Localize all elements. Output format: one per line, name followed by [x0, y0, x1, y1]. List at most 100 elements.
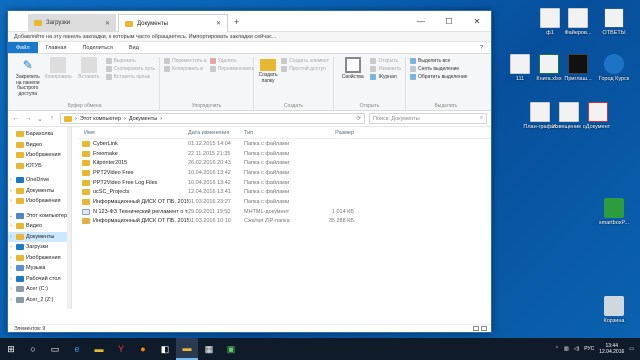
tab-downloads[interactable]: Загрузки ✕	[28, 14, 116, 32]
details-view-icon[interactable]	[473, 326, 479, 331]
new-tab-button[interactable]: +	[234, 17, 239, 27]
refresh-icon[interactable]: ⟳	[356, 116, 361, 122]
chevron-icon[interactable]: ›	[8, 234, 14, 240]
help-icon[interactable]: ?	[472, 42, 491, 53]
nav-item[interactable]: ЮТУБ	[8, 161, 71, 172]
close-tab-icon[interactable]: ✕	[105, 20, 110, 27]
file-row[interactable]: CyberLink 01.12.2015 14:04 Папка с файлами	[78, 139, 491, 149]
easy-access-button[interactable]: Простой доступ	[281, 66, 329, 72]
file-row[interactable]: Freemake 22.11.2015 21:35 Папка с файлами	[78, 149, 491, 159]
chevron-up-icon[interactable]: ⌃	[555, 346, 559, 352]
explorer-running-icon[interactable]: ▬	[176, 338, 198, 360]
store-icon[interactable]: ◧	[154, 338, 176, 360]
nav-item[interactable]: › Изображения	[8, 196, 71, 207]
open-button[interactable]: Открыть	[370, 58, 401, 64]
search-icon[interactable]: ○	[22, 338, 44, 360]
language-indicator[interactable]: РУС	[584, 346, 594, 352]
copy-path-button[interactable]: Скопировать путь	[105, 66, 155, 72]
ribbon-tab-home[interactable]: Главная	[38, 42, 75, 53]
chevron-icon[interactable]: ›	[8, 297, 14, 303]
search-input[interactable]: Поиск: Документы ⌕	[369, 113, 487, 124]
breadcrumb-documents[interactable]: Документы	[129, 116, 157, 122]
desktop-icon[interactable]: ОТВЕТЫ	[592, 8, 636, 36]
nav-item[interactable]: › Acer (C:)	[8, 284, 71, 295]
cut-button[interactable]: Вырезать	[105, 58, 155, 64]
copy-to-button[interactable]: Копировать в	[164, 66, 207, 72]
select-all-button[interactable]: Выделить все	[410, 58, 467, 64]
file-row[interactable]: Информационный ДИСК ОТ ПБ. 2015 01.03.201…	[78, 197, 491, 207]
edit-button[interactable]: Изменить	[370, 66, 401, 72]
column-date[interactable]: Дата изменения	[188, 130, 244, 136]
nav-item[interactable]: Видео	[8, 140, 71, 151]
nav-item[interactable]: › Загрузки	[8, 242, 71, 253]
yandex-icon[interactable]: Y	[110, 338, 132, 360]
chevron-icon[interactable]: ›	[8, 177, 14, 183]
chevron-icon[interactable]: ›	[8, 223, 14, 229]
file-row[interactable]: PPT2Video Free Log Files 10.04.2016 13:42…	[78, 178, 491, 188]
clock[interactable]: 13:44 12.04.2016	[599, 343, 624, 355]
column-name[interactable]: Имя	[78, 130, 188, 136]
nav-item[interactable]: › Изображения	[8, 253, 71, 264]
network-icon[interactable]: ▥	[564, 346, 569, 352]
nav-item[interactable]: › Документы	[8, 231, 71, 242]
firefox-icon[interactable]: ●	[132, 338, 154, 360]
rename-button[interactable]: Переименовать	[209, 66, 254, 72]
up-arrow-icon[interactable]: ↑	[48, 115, 56, 122]
nav-item[interactable]: Барахолка	[8, 129, 71, 140]
move-to-button[interactable]: Переместить в	[164, 58, 207, 64]
close-tab-icon[interactable]: ✕	[216, 20, 221, 27]
delete-button[interactable]: Удалить	[209, 58, 255, 64]
nav-item[interactable]: › Документы	[8, 186, 71, 197]
new-item-button[interactable]: Создать элемент	[281, 58, 329, 64]
minimize-icon[interactable]: —	[407, 11, 435, 31]
app-icon[interactable]: ▣	[220, 338, 242, 360]
column-type[interactable]: Тип	[244, 130, 304, 136]
ribbon-tab-file[interactable]: Файл	[8, 42, 38, 53]
file-explorer-icon[interactable]: ▬	[88, 338, 110, 360]
maximize-icon[interactable]: ☐	[435, 11, 463, 31]
invert-selection-button[interactable]: Обратить выделение	[410, 74, 467, 80]
bookmark-bar[interactable]: Добавляйте на эту панель закладки, к кот…	[8, 32, 491, 42]
chevron-down-icon[interactable]: ⌄	[36, 115, 44, 123]
chevron-icon[interactable]: ›	[8, 244, 14, 250]
desktop-icon[interactable]: Город Курск	[592, 54, 636, 82]
select-none-button[interactable]: Снять выделение	[410, 66, 467, 72]
nav-item[interactable]: Изображения	[8, 150, 71, 161]
history-button[interactable]: Журнал	[370, 74, 401, 80]
task-view-icon[interactable]: ▭	[44, 338, 66, 360]
back-arrow-icon[interactable]: ←	[12, 115, 20, 122]
desktop-icon[interactable]: Документ	[576, 102, 620, 130]
chevron-icon[interactable]: ›	[8, 265, 14, 271]
nav-item[interactable]: › Рабочий стол	[8, 274, 71, 285]
app-icon[interactable]: ▦	[198, 338, 220, 360]
nav-item[interactable]: › OneDrive	[8, 175, 71, 186]
tab-documents[interactable]: Документы ✕	[118, 14, 228, 32]
file-row[interactable]: Kitprinter2015 26.02.2016 20:43 Папка с фа…	[78, 158, 491, 168]
address-field[interactable]: › Этот компьютер › Документы › ⟳	[60, 113, 365, 124]
breadcrumb-this-pc[interactable]: Этот компьютер	[80, 116, 121, 122]
forward-arrow-icon[interactable]: →	[24, 115, 32, 122]
chevron-icon[interactable]: ›	[8, 198, 14, 204]
file-row[interactable]: PPT2Video Free 10.04.2016 13:42 Папка с фа…	[78, 168, 491, 178]
edge-icon[interactable]: e	[66, 338, 88, 360]
ribbon-tab-view[interactable]: Вид	[121, 42, 147, 53]
nav-item[interactable]: › Acer_2 (Z:)	[8, 295, 71, 306]
large-icons-view-icon[interactable]	[481, 326, 487, 331]
ribbon-tab-share[interactable]: Поделиться	[74, 42, 120, 53]
chevron-icon[interactable]: ›	[8, 255, 14, 261]
chevron-icon[interactable]: ›	[8, 276, 14, 282]
chevron-icon[interactable]: ›	[8, 188, 14, 194]
chevron-icon[interactable]: ›	[8, 286, 14, 292]
file-row[interactable]: ucSC_Projects 12.04.2016 13:41 Папка с фай…	[78, 187, 491, 197]
paste-shortcut-button[interactable]: Вставить ярлык	[105, 74, 155, 80]
file-row[interactable]: N 123-ФЗ Технический регламент о тре... 2…	[78, 207, 491, 217]
file-row[interactable]: Информационный ДИСК ОТ ПБ. 2015 01.03.201…	[78, 217, 491, 227]
desktop-icon[interactable]: smartboxP...	[592, 198, 636, 226]
desktop-icon[interactable]: Корзина	[592, 296, 636, 324]
notifications-icon[interactable]: ▭	[629, 346, 634, 352]
start-button[interactable]: ⊞	[0, 338, 22, 360]
scrollbar[interactable]	[67, 127, 71, 309]
nav-item[interactable]: ⌄ Этот компьютер	[8, 211, 71, 222]
nav-item[interactable]: › Музыка	[8, 263, 71, 274]
chevron-icon[interactable]: ⌄	[8, 213, 14, 219]
